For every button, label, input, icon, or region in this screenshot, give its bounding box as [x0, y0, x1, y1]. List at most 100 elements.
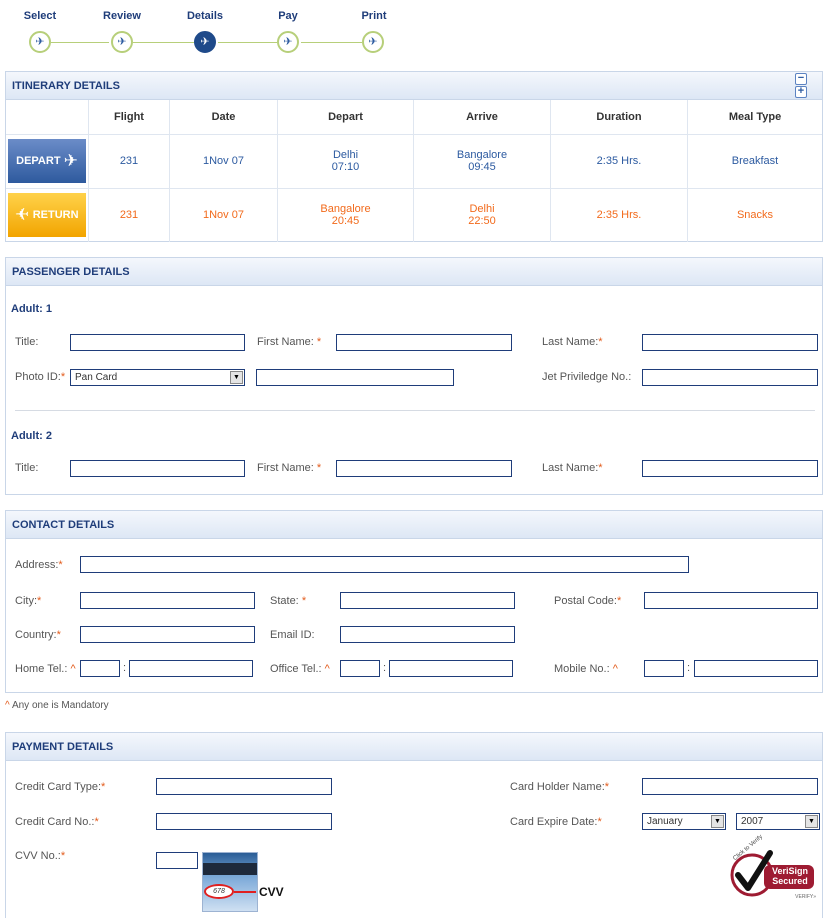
photo-id-label: Photo ID:* [15, 371, 65, 383]
cvv-card-illustration [202, 852, 258, 912]
step-select-plane-icon[interactable]: ✈ [29, 31, 51, 53]
address-label-text: Address: [15, 559, 59, 571]
caret-mark: ^ [324, 663, 330, 675]
caret-mark: ^ [5, 700, 10, 711]
depart-arrive-city: Bangalore [456, 149, 508, 161]
country-input[interactable] [80, 626, 255, 643]
postal-code-label: Postal Code:* [554, 595, 621, 607]
cvv-label-text: CVV No.: [15, 850, 61, 862]
photo-id-select[interactable]: Pan Card ▼ [70, 369, 245, 386]
state-input[interactable] [340, 592, 515, 609]
passenger-title: PASSENGER DETAILS [12, 266, 130, 278]
passenger-header: PASSENGER DETAILS [6, 258, 822, 286]
state-label-text: State: [270, 595, 299, 607]
home-tel-separator: : [123, 662, 127, 674]
card-number-label-text: Credit Card No.: [15, 816, 95, 828]
required-mark: * [598, 462, 603, 474]
card-number-input[interactable] [156, 813, 332, 830]
table-row-return: ✈ RETURN 231 1Nov 07 Bangalore 20:45 Del… [6, 187, 822, 242]
mobile-label-text: Mobile No.: [554, 663, 610, 675]
adult1-first-name-input[interactable] [336, 334, 512, 351]
step-label-pay: Pay [278, 10, 298, 22]
step-connector [301, 42, 362, 43]
office-tel-code-input[interactable] [340, 660, 380, 677]
card-expire-label: Card Expire Date:* [510, 816, 602, 828]
mobile-code-input[interactable] [644, 660, 684, 677]
card-type-label: Credit Card Type:* [15, 781, 105, 793]
step-pay-plane-icon[interactable]: ✈ [277, 31, 299, 53]
adult2-first-name-input[interactable] [336, 460, 512, 477]
card-type-input[interactable] [156, 778, 332, 795]
itinerary-header: ITINERARY DETAILS − + [6, 72, 822, 100]
plus-icon[interactable]: + [795, 86, 807, 98]
home-tel-number-input[interactable] [129, 660, 253, 677]
depart-meal: Breakfast [687, 133, 822, 188]
email-label: Email ID: [270, 629, 315, 641]
step-print-plane-icon[interactable]: ✈ [362, 31, 384, 53]
card-holder-input[interactable] [642, 778, 818, 795]
step-review-plane-icon[interactable]: ✈ [111, 31, 133, 53]
badge-column-header [6, 100, 89, 134]
jet-privilege-input[interactable] [642, 369, 818, 386]
column-header-depart: Depart [277, 100, 414, 134]
depart-badge: DEPART ✈ [8, 139, 86, 183]
chevron-down-icon[interactable]: ▼ [230, 371, 243, 384]
adult1-first-name-label: First Name: * [257, 336, 321, 348]
depart-duration: 2:35 Hrs. [550, 133, 688, 188]
required-mark: * [616, 595, 622, 607]
chevron-down-icon[interactable]: ▼ [711, 815, 724, 828]
minus-icon[interactable]: − [795, 73, 807, 85]
return-arrive-cell: Delhi 22:50 [413, 187, 551, 242]
expire-month-value: January [647, 816, 683, 827]
return-badge-cell: ✈ RETURN [6, 187, 89, 242]
depart-badge-cell: DEPART ✈ [6, 133, 89, 188]
adult2-title-input[interactable] [70, 460, 245, 477]
adult1-title-input[interactable] [70, 334, 245, 351]
adult-2-heading: Adult: 2 [11, 430, 52, 442]
address-input[interactable] [80, 556, 689, 573]
chevron-down-icon[interactable]: ▼ [805, 815, 818, 828]
return-meal: Snacks [687, 187, 822, 242]
card-number-label: Credit Card No.:* [15, 816, 99, 828]
return-depart-cell: Bangalore 20:45 [277, 187, 414, 242]
column-header-duration: Duration [550, 100, 688, 134]
expire-month-select[interactable]: January ▼ [642, 813, 726, 830]
required-mark: * [56, 629, 61, 641]
required-mark: * [101, 781, 106, 793]
itinerary-panel: ITINERARY DETAILS − + Flight Date Depart… [5, 71, 823, 242]
city-input[interactable] [80, 592, 255, 609]
office-tel-number-input[interactable] [389, 660, 513, 677]
verisign-badge[interactable]: Click to Verify VeriSign Secured VERIFY» [728, 834, 818, 905]
required-mark: * [604, 781, 610, 793]
expire-year-select[interactable]: 2007 ▼ [736, 813, 820, 830]
email-input[interactable] [340, 626, 515, 643]
photo-id-number-input[interactable] [256, 369, 454, 386]
first-name-label-text: First Name: [257, 336, 314, 348]
cvv-input[interactable] [156, 852, 198, 869]
depart-depart-time: 07:10 [331, 161, 360, 173]
step-details-plane-icon[interactable]: ✈ [194, 31, 216, 53]
contact-title: CONTACT DETAILS [12, 519, 115, 531]
home-tel-code-input[interactable] [80, 660, 120, 677]
card-holder-label-text: Card Holder Name: [510, 781, 605, 793]
adult2-last-name-input[interactable] [642, 460, 818, 477]
caret-mark: ^ [612, 663, 618, 675]
table-row-depart: DEPART ✈ 231 1Nov 07 Delhi 07:10 Bangalo… [6, 133, 822, 188]
depart-depart-cell: Delhi 07:10 [277, 133, 414, 188]
required-mark: * [94, 816, 99, 828]
adult1-last-name-input[interactable] [642, 334, 818, 351]
adult1-last-name-label: Last Name:* [542, 336, 603, 348]
payment-header: PAYMENT DETAILS [6, 733, 822, 761]
required-mark: * [60, 371, 66, 383]
depart-arrive-cell: Bangalore 09:45 [413, 133, 551, 188]
card-type-label-text: Credit Card Type: [15, 781, 102, 793]
mobile-number-input[interactable] [694, 660, 818, 677]
payment-title: PAYMENT DETAILS [12, 741, 114, 753]
column-header-flight: Flight [88, 100, 170, 134]
postal-code-input[interactable] [644, 592, 818, 609]
depart-badge-label: DEPART [16, 155, 61, 167]
required-mark: * [316, 462, 322, 474]
mobile-label: Mobile No.: ^ [554, 663, 618, 675]
return-flight: 231 [88, 187, 170, 242]
step-label-details: Details [186, 10, 224, 22]
